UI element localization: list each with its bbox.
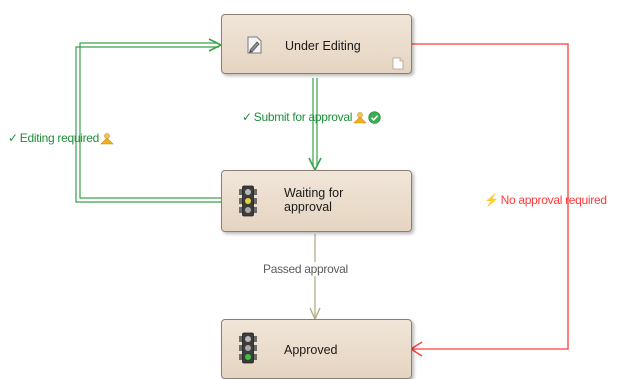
traffic-light-icon bbox=[239, 332, 257, 364]
transition-label-text: Submit for approval bbox=[253, 110, 353, 124]
transition-label-text: No approval required bbox=[500, 193, 607, 207]
document-edit-icon bbox=[247, 36, 262, 54]
lightning-icon: ⚡ bbox=[484, 193, 499, 207]
traffic-light-icon bbox=[239, 185, 257, 217]
transition-submit-label[interactable]: ✓ Submit for approval bbox=[242, 110, 381, 124]
transition-submit-line bbox=[308, 78, 322, 172]
state-label: Under Editing bbox=[285, 39, 361, 53]
transition-editing-required-label[interactable]: ✓ Editing required bbox=[8, 131, 114, 145]
state-label-line-1: Waiting for bbox=[284, 186, 344, 200]
transition-no-approval-label[interactable]: ⚡ No approval required bbox=[484, 193, 607, 207]
state-label-block: Waiting for approval bbox=[284, 186, 343, 214]
state-approved[interactable]: Approved bbox=[221, 319, 412, 379]
warning-person-icon bbox=[100, 132, 114, 144]
workflow-diagram: Under Editing Waiting for approval Appro… bbox=[0, 0, 631, 379]
page-corner-icon bbox=[392, 57, 404, 70]
transition-passed-line bbox=[309, 234, 321, 321]
state-label: Approved bbox=[284, 343, 338, 357]
transition-editing-required-line bbox=[75, 38, 223, 203]
transition-label-text: Passed approval bbox=[263, 262, 348, 276]
check-icon: ✓ bbox=[8, 131, 18, 145]
check-icon: ✓ bbox=[242, 110, 252, 124]
warning-person-icon bbox=[353, 111, 367, 123]
green-check-circle-icon bbox=[368, 110, 381, 124]
state-label-line-2: approval bbox=[284, 200, 332, 214]
state-under-editing[interactable]: Under Editing bbox=[221, 14, 412, 74]
transition-label-text: Editing required bbox=[19, 131, 100, 145]
state-waiting-for-approval[interactable]: Waiting for approval bbox=[221, 170, 412, 232]
transition-passed-label[interactable]: Passed approval bbox=[262, 262, 349, 276]
